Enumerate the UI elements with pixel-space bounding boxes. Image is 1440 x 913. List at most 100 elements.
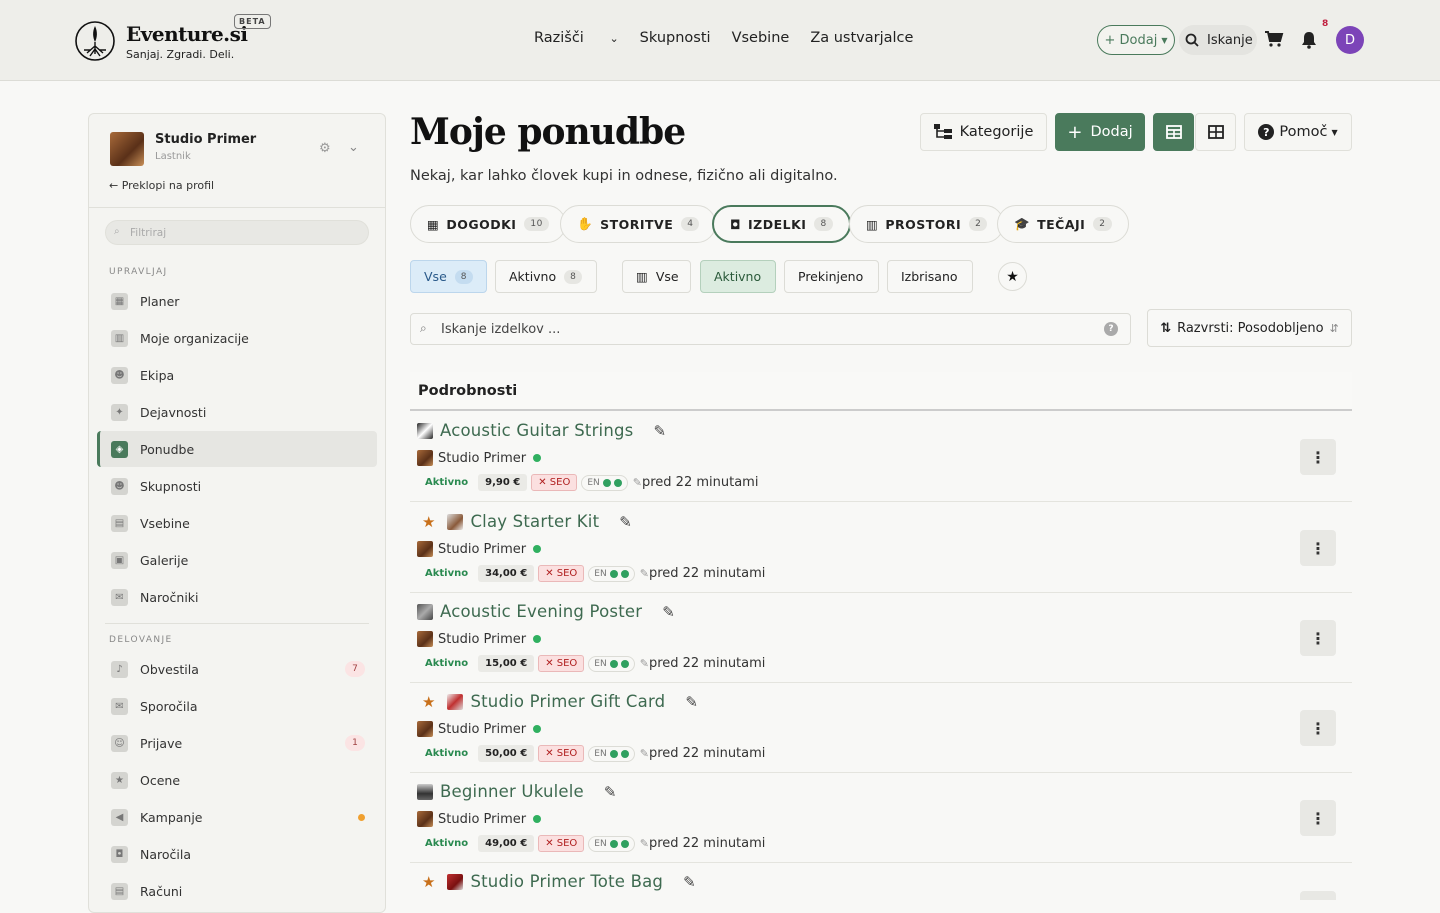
nav-communities[interactable]: Skupnosti [640,30,711,46]
edit-icon[interactable]: ✎ [683,873,696,891]
star-icon[interactable]: ★ [422,513,435,531]
table-row[interactable]: Acoustic Guitar Strings ✎ Studio Primer … [410,412,1352,502]
profile-role: Lastnik [155,151,191,162]
grid-view-button[interactable] [1195,113,1236,151]
sidebar-item-planer[interactable]: ▦ Planer [97,283,377,319]
table-view-button[interactable] [1153,113,1194,151]
sort-icon: ⇅ [1160,320,1172,336]
sidebar-item-reviews[interactable]: ★ Ocene [97,762,377,798]
filter-status-deleted[interactable]: Izbrisano [887,260,973,293]
edit-icon[interactable]: ✎ [662,603,675,621]
star-icon: ★ [111,771,128,789]
more-options-icon[interactable]: ⋮ [1300,620,1336,656]
filter-all[interactable]: Vse 8 [410,260,487,293]
sidebar-item-galleries[interactable]: ▣ Galerije [97,542,377,578]
tab-courses[interactable]: 🎓 TEČAJI 2 [997,205,1129,243]
sort-button[interactable]: ⇅ Razvrsti: Posodobljeno ⇵ [1147,309,1352,347]
tab-services[interactable]: ✋ STORITVE 4 [560,205,717,243]
more-options-icon[interactable]: ⋮ [1300,710,1336,746]
help-dropdown-button[interactable]: ? Pomoč ▼ [1244,113,1352,151]
invoice-icon: ▤ [111,882,128,900]
product-name[interactable]: Studio Primer Tote Bag [470,872,663,891]
sidebar-item-team[interactable]: ☻ Ekipa [97,357,377,393]
pencil-icon: ✎ [639,657,649,670]
filter-active[interactable]: Aktivno 8 [495,260,597,293]
categories-button[interactable]: Kategorije [920,113,1047,151]
star-icon[interactable]: ★ [422,873,435,891]
translation-status-icon [620,839,629,848]
translation-status-icon [613,478,622,487]
filter-status-active[interactable]: Aktivno [700,260,776,293]
cart-icon[interactable] [1264,30,1284,48]
star-icon[interactable]: ★ [422,693,435,711]
edit-icon[interactable]: ✎ [619,513,632,531]
sidebar-item-communities[interactable]: ☻ Skupnosti [97,468,377,504]
sidebar-item-content[interactable]: ▤ Vsebine [97,505,377,541]
edit-icon[interactable]: ✎ [653,422,666,440]
question-circle-icon[interactable]: ? [1104,322,1118,336]
more-options-icon[interactable]: ⋮ [1300,439,1336,475]
updated-time: ✎pred 22 minutami [639,656,766,671]
table-row[interactable]: Acoustic Evening Poster ✎ Studio Primer … [410,593,1352,683]
question-circle-icon: ? [1258,124,1275,140]
updated-time: ✎pred 22 minutami [639,746,766,761]
table-icon [1165,125,1182,139]
product-name[interactable]: Clay Starter Kit [470,512,599,531]
product-search-input[interactable]: ⌕ Iskanje izdelkov ... ? [410,313,1131,345]
table-row[interactable]: ★ Clay Starter Kit ✎ Studio Primer Aktiv… [410,503,1352,593]
sidebar-item-invoices[interactable]: ▤ Računi [97,873,377,909]
sidebar-item-notifications[interactable]: ♪ Obvestila 7 [97,651,377,687]
tab-events[interactable]: ▦ DOGODKI 10 [410,205,566,243]
sidebar-item-orders[interactable]: ◘ Naročila [97,836,377,872]
translation-status-icon [609,749,618,758]
more-options-icon[interactable]: ⋮ [1300,891,1336,900]
brand-name[interactable]: Eventure.si [126,22,248,46]
search-button[interactable]: Iskanje [1179,25,1257,55]
bell-icon[interactable] [1300,31,1318,49]
table-row[interactable]: ★ Studio Primer Tote Bag ✎ ⋮ [410,863,1352,900]
table-row[interactable]: Beginner Ukulele ✎ Studio Primer Aktivno… [410,773,1352,863]
logo-icon[interactable] [74,20,116,62]
tab-products[interactable]: ◘ IZDELKI 8 [712,205,851,243]
nav-content[interactable]: Vsebine [732,30,790,46]
envelope-icon: ✉ [111,588,128,606]
updated-time: ✎pred 22 minutami [639,836,766,851]
user-avatar[interactable]: D [1336,26,1364,54]
filter-status-all[interactable]: ▥ Vse [622,260,691,293]
sidebar-item-campaigns[interactable]: ◀ Kampanje [97,799,377,835]
edit-icon[interactable]: ✎ [604,783,617,801]
price-badge: 34,00 € [478,565,535,582]
chevron-down-icon[interactable]: ⌄ [348,140,359,155]
product-name[interactable]: Studio Primer Gift Card [470,692,665,711]
favorites-filter-button[interactable]: ★ [998,262,1027,291]
product-name[interactable]: Acoustic Evening Poster [440,602,642,621]
sidebar-item-activities[interactable]: ✦ Dejavnosti [97,394,377,430]
team-icon: ☻ [111,366,128,384]
sidebar-item-offers[interactable]: ◈ Ponudbe [97,431,377,467]
sidebar-item-subscribers[interactable]: ✉ Naročniki [97,579,377,615]
product-thumbnail [447,513,464,530]
product-thumbnail [417,422,433,439]
nav-creators[interactable]: Za ustvarjalce [810,30,913,46]
sidebar-filter-input[interactable]: ⌕ Filtriraj [105,220,369,245]
price-badge: 49,00 € [478,835,535,852]
add-dropdown-button[interactable]: + Dodaj ▼ [1097,25,1175,55]
sidebar-item-messages[interactable]: ✉ Sporočila [97,688,377,724]
product-name[interactable]: Beginner Ukulele [440,782,584,801]
gear-icon[interactable]: ⚙ [319,141,331,156]
sidebar-item-organizations[interactable]: ▥ Moje organizacije [97,320,377,356]
switch-profile-link[interactable]: ← Preklopi na profil [109,179,214,192]
nav-explore[interactable]: Razišči ⌄ [534,30,619,46]
status-badge: Aktivno [425,748,469,759]
more-options-icon[interactable]: ⋮ [1300,530,1336,566]
edit-icon[interactable]: ✎ [685,693,698,711]
sidebar-item-registrations[interactable]: ☺ Prijave 1 [97,725,377,761]
table-row[interactable]: ★ Studio Primer Gift Card ✎ Studio Prime… [410,683,1352,773]
tab-spaces[interactable]: ▥ PROSTORI 2 [849,205,1005,243]
newspaper-icon: ▤ [111,514,128,532]
product-name[interactable]: Acoustic Guitar Strings [440,421,633,440]
add-offer-button[interactable]: + Dodaj [1055,113,1145,151]
filter-status-paused[interactable]: Prekinjeno [784,260,879,293]
more-options-icon[interactable]: ⋮ [1300,800,1336,836]
price-badge: 9,90 € [478,474,528,491]
